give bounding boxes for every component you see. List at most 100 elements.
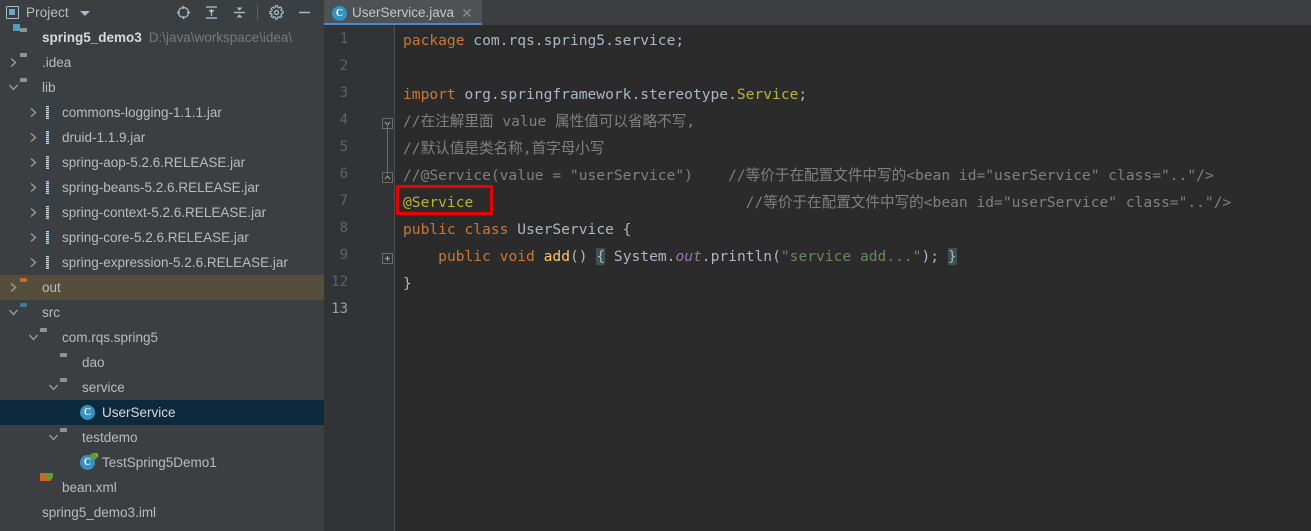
tree-item-dao[interactable]: dao — [0, 350, 324, 375]
tree-item-out[interactable]: out — [0, 275, 324, 300]
chevron-right-icon[interactable] — [26, 200, 40, 225]
chevron-right-icon[interactable] — [26, 150, 40, 175]
jar-icon — [40, 179, 57, 196]
tree-item-idea[interactable]: .idea — [0, 50, 324, 75]
code-line[interactable] — [394, 54, 403, 81]
jar-icon — [40, 104, 57, 121]
tree-item-label: commons-logging-1.1.1.jar — [62, 105, 222, 120]
toolbar-separator — [257, 5, 258, 20]
close-icon[interactable]: ✕ — [459, 6, 475, 20]
code-line[interactable]: public class UserService { — [394, 216, 631, 243]
code-content[interactable]: package com.rqs.spring5.service; import o… — [394, 25, 1311, 531]
tree-item-druid-1-1-9-jar[interactable]: druid-1.1.9.jar — [0, 125, 324, 150]
chevron-right-icon[interactable] — [26, 100, 40, 125]
tree-item-lib[interactable]: lib — [0, 75, 324, 100]
code-token: } — [947, 248, 957, 265]
project-tool-window: Project spring5_demo3 D:\java\workspace\… — [0, 0, 324, 531]
code-token: package — [403, 32, 465, 49]
code-token: Service — [736, 86, 799, 103]
hide-icon[interactable] — [290, 0, 318, 25]
tree-item-label: spring-expression-5.2.6.RELEASE.jar — [62, 255, 288, 270]
code-token: public — [438, 248, 491, 265]
project-tool-actions — [169, 0, 318, 25]
tree-item-service[interactable]: service — [0, 375, 324, 400]
code-token: } — [403, 275, 412, 292]
chevron-down-icon[interactable] — [6, 300, 20, 325]
code-line[interactable]: package com.rqs.spring5.service; — [394, 27, 684, 54]
tree-item-label: lib — [42, 80, 56, 95]
code-line[interactable]: import org.springframework.stereotype.Se… — [394, 81, 807, 108]
code-line[interactable]: //在注解里面 value 属性值可以省略不写, — [394, 108, 695, 135]
chevron-down-icon[interactable] — [6, 75, 20, 100]
tree-item-spring-context-5-2-6-release-jar[interactable]: spring-context-5.2.6.RELEASE.jar — [0, 200, 324, 225]
expand-all-icon[interactable] — [197, 0, 225, 25]
java-class-icon: C — [80, 404, 97, 421]
fold-expand-icon[interactable] — [382, 251, 393, 264]
editor-tab-bar: C UserService.java ✕ — [324, 0, 1311, 25]
code-token: class — [464, 221, 509, 238]
tree-item-label: service — [82, 380, 125, 395]
tree-item-src[interactable]: src — [0, 300, 324, 325]
code-token: //@Service(value = "userService") //等价于在… — [403, 167, 1214, 184]
tree-item-label: spring-beans-5.2.6.RELEASE.jar — [62, 180, 260, 195]
tree-item-label: testdemo — [82, 430, 138, 445]
code-line[interactable]: public void add() { System.out.println("… — [394, 243, 957, 270]
project-tool-header: Project — [0, 0, 324, 25]
tree-item-commons-logging-1-1-1-jar[interactable]: commons-logging-1.1.1.jar — [0, 100, 324, 125]
tree-item-spring5-demo3-iml[interactable]: spring5_demo3.iml — [0, 500, 324, 525]
tab-userservice-java[interactable]: C UserService.java ✕ — [324, 0, 482, 25]
tree-item-spring-expression-5-2-6-release-jar[interactable]: spring-expression-5.2.6.RELEASE.jar — [0, 250, 324, 275]
tree-item-spring-beans-5-2-6-release-jar[interactable]: spring-beans-5.2.6.RELEASE.jar — [0, 175, 324, 200]
collapse-all-icon[interactable] — [225, 0, 253, 25]
chevron-right-icon[interactable] — [26, 250, 40, 275]
code-token: out — [675, 248, 702, 265]
chevron-right-icon[interactable] — [26, 225, 40, 250]
folder-orange-icon — [20, 279, 37, 296]
jar-icon — [40, 129, 57, 146]
tree-item-label: com.rqs.spring5 — [62, 330, 159, 345]
project-tool-title-group[interactable]: Project — [6, 5, 90, 20]
line-number: 1 — [339, 31, 348, 47]
tree-item-userservice[interactable]: C UserService — [0, 400, 324, 425]
tree-item-label: dao — [82, 355, 105, 370]
tree-item-com-rqs-spring5[interactable]: com.rqs.spring5 — [0, 325, 324, 350]
tree-item-label: spring5_demo3 — [42, 30, 142, 45]
code-editor[interactable]: 1 2 3 4 5 6 7 8 9 12 13 package com.rqs.spring5.se… — [324, 25, 1311, 531]
code-line[interactable]: //默认值是类名称,首字母小写 — [394, 135, 605, 162]
chevron-down-icon[interactable] — [46, 375, 60, 400]
code-line[interactable]: } — [394, 270, 412, 297]
project-tree[interactable]: spring5_demo3 D:\java\workspace\idea\ .ide… — [0, 25, 324, 531]
code-line[interactable]: //@Service(value = "userService") //等价于在… — [394, 162, 1214, 189]
tree-item-bean-xml[interactable]: bean.xml — [0, 473, 324, 500]
tree-item-spring-aop-5-2-6-release-jar[interactable]: spring-aop-5.2.6.RELEASE.jar — [0, 150, 324, 175]
editor-gutter[interactable]: 1 2 3 4 5 6 7 8 9 12 13 — [324, 25, 394, 531]
line-number: 4 — [339, 112, 348, 128]
tree-item-spring5-demo3[interactable]: spring5_demo3 D:\java\workspace\idea\ — [0, 25, 324, 50]
code-line[interactable]: @Service //等价于在配置文件中写的<bean id="userServ… — [394, 189, 1231, 216]
gear-icon[interactable] — [262, 0, 290, 25]
code-token: import — [403, 86, 456, 103]
chevron-right-icon[interactable] — [6, 275, 20, 300]
code-line[interactable] — [394, 297, 403, 324]
select-opened-file-icon[interactable] — [169, 0, 197, 25]
chevron-right-icon[interactable] — [6, 50, 20, 75]
chevron-right-icon[interactable] — [26, 125, 40, 150]
jar-icon — [40, 154, 57, 171]
chevron-down-icon[interactable] — [79, 11, 90, 16]
chevron-down-icon[interactable] — [26, 325, 40, 350]
tree-item-label: .idea — [42, 55, 72, 70]
chevron-down-icon[interactable] — [46, 425, 60, 450]
line-number: 5 — [339, 139, 348, 155]
tree-item-spring-core-5-2-6-release-jar[interactable]: spring-core-5.2.6.RELEASE.jar — [0, 225, 324, 250]
tree-item-testdemo[interactable]: testdemo — [0, 425, 324, 450]
xml-file-icon — [40, 473, 57, 496]
project-root-icon — [20, 29, 37, 46]
tree-item-testspring5demo1[interactable]: C TestSpring5Demo1 — [0, 450, 324, 475]
folder-blue-icon — [20, 304, 37, 321]
chevron-right-icon[interactable] — [26, 175, 40, 200]
editor-area: C UserService.java ✕ 1 2 3 4 5 6 7 8 9 12 13 packa… — [324, 0, 1311, 531]
